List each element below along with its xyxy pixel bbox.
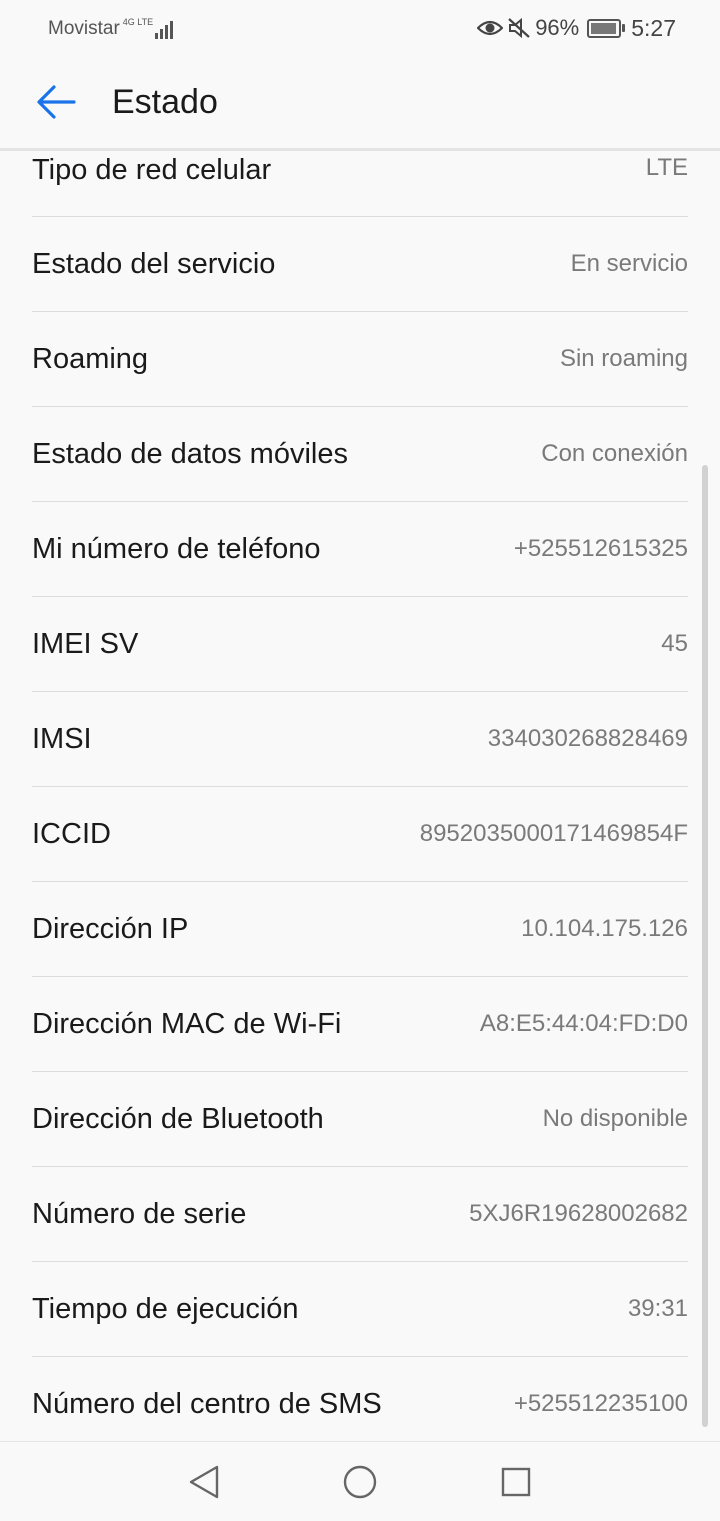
item-label: Tiempo de ejecución xyxy=(32,1292,299,1325)
item-value: 8952035000171469854F xyxy=(419,820,688,847)
nav-recents-button[interactable] xyxy=(486,1452,546,1512)
list-item[interactable]: Dirección IP 10.104.175.126 xyxy=(32,882,688,977)
item-label: Dirección de Bluetooth xyxy=(32,1102,324,1135)
list-item[interactable]: IMSI 334030268828469 xyxy=(32,692,688,787)
status-list: Tipo de red celular LTE Estado del servi… xyxy=(0,151,720,1452)
list-item[interactable]: Número del centro de SMS +525512235100 xyxy=(32,1357,688,1452)
back-triangle-icon xyxy=(189,1465,219,1498)
app-header: Estado xyxy=(0,56,720,151)
battery-icon xyxy=(587,18,626,38)
item-value: LTE xyxy=(645,154,688,181)
item-value: Con conexión xyxy=(541,440,688,467)
item-label: Mi número de teléfono xyxy=(32,532,321,565)
list-item[interactable]: IMEI SV 45 xyxy=(32,597,688,692)
status-bar: Movistar 4G LTE 96% 5:27 xyxy=(0,0,720,56)
item-label: Roaming xyxy=(32,342,149,375)
item-value: 5XJ6R19628002682 xyxy=(469,1200,688,1227)
list-item[interactable]: Tiempo de ejecución 39:31 xyxy=(32,1262,688,1357)
item-label: IMEI SV xyxy=(32,627,139,660)
carrier-name: Movistar xyxy=(48,18,120,39)
eye-icon xyxy=(477,20,504,36)
list-item[interactable]: Tipo de red celular LTE xyxy=(32,151,688,217)
home-circle-icon xyxy=(343,1465,377,1498)
network-type: 4G LTE xyxy=(122,16,154,27)
item-value: 10.104.175.126 xyxy=(521,915,688,942)
item-label: Estado de datos móviles xyxy=(32,437,348,470)
item-label: Tipo de red celular xyxy=(32,154,272,186)
mute-icon xyxy=(508,17,530,39)
list-item[interactable]: Estado del servicio En servicio xyxy=(32,217,688,312)
item-label: Dirección MAC de Wi-Fi xyxy=(32,1007,342,1040)
recents-square-icon xyxy=(501,1467,531,1496)
scrollbar[interactable] xyxy=(702,465,708,1427)
item-value: No disponible xyxy=(542,1105,688,1132)
clock: 5:27 xyxy=(631,14,676,41)
back-button[interactable] xyxy=(34,80,78,124)
list-item[interactable]: Estado de datos móviles Con conexión xyxy=(32,407,688,502)
list-item[interactable]: Dirección MAC de Wi-Fi A8:E5:44:04:FD:D0 xyxy=(32,977,688,1072)
item-value: En servicio xyxy=(570,250,688,277)
item-label: Dirección IP xyxy=(32,912,189,945)
item-label: Número del centro de SMS xyxy=(32,1387,382,1420)
item-value: +525512235100 xyxy=(513,1390,688,1417)
item-label: IMSI xyxy=(32,722,92,755)
item-value: Sin roaming xyxy=(559,345,688,372)
nav-back-button[interactable] xyxy=(174,1452,234,1512)
nav-home-button[interactable] xyxy=(330,1452,390,1512)
list-item[interactable]: ICCID 8952035000171469854F xyxy=(32,787,688,882)
list-item[interactable]: Dirección de Bluetooth No disponible xyxy=(32,1072,688,1167)
list-item[interactable]: Roaming Sin roaming xyxy=(32,312,688,407)
page-title: Estado xyxy=(112,82,218,121)
item-value: A8:E5:44:04:FD:D0 xyxy=(479,1010,688,1037)
navigation-bar xyxy=(0,1441,720,1521)
item-value: 45 xyxy=(661,630,688,657)
status-bar-right: 96% 5:27 xyxy=(477,15,676,42)
item-value: 39:31 xyxy=(627,1295,688,1322)
arrow-left-icon xyxy=(37,85,76,119)
item-label: ICCID xyxy=(32,817,111,850)
list-item[interactable]: Número de serie 5XJ6R19628002682 xyxy=(32,1167,688,1262)
signal-icon xyxy=(155,19,174,39)
list-item[interactable]: Mi número de teléfono +525512615325 xyxy=(32,502,688,597)
item-label: Número de serie xyxy=(32,1197,247,1230)
item-value: +525512615325 xyxy=(513,535,688,562)
item-label: Estado del servicio xyxy=(32,247,276,280)
status-bar-left: Movistar 4G LTE xyxy=(48,16,174,40)
battery-percent: 96% xyxy=(535,15,580,40)
item-value: 334030268828469 xyxy=(487,725,688,752)
